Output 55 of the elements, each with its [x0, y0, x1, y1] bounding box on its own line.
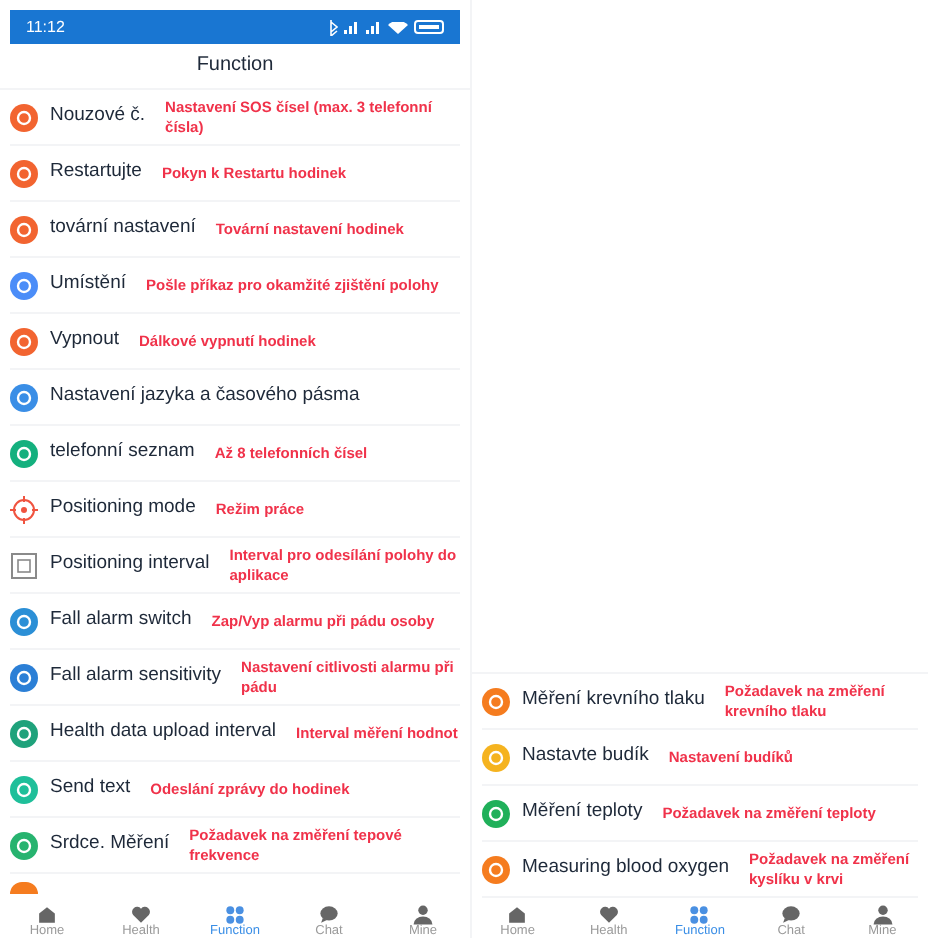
function-icon	[10, 882, 38, 894]
function-icon	[482, 687, 510, 715]
item-label: Fall alarm sensitivity	[50, 662, 222, 691]
wifi-icon	[388, 21, 408, 33]
function-icon	[10, 271, 38, 299]
function-icon	[10, 327, 38, 355]
item-label: Nouzové č.	[50, 102, 146, 131]
grid-icon	[224, 903, 246, 925]
item-label: Health data upload interval	[50, 718, 277, 747]
target-icon	[10, 495, 38, 523]
item-label: Nastavení jazyka a časového pásma	[50, 382, 360, 411]
function-icon	[10, 103, 38, 131]
chat-icon	[780, 903, 803, 925]
item-label: Positioning mode	[50, 494, 196, 523]
home-icon	[36, 903, 58, 925]
function-icon	[482, 855, 510, 883]
battery-icon	[414, 20, 444, 34]
item-label: Měření krevního tlaku	[522, 686, 705, 715]
item-label: Fall alarm switch	[50, 606, 192, 635]
item-label: Srdce. Měření	[50, 830, 170, 859]
person-icon	[871, 903, 894, 925]
signal-icon	[344, 21, 360, 33]
item-label: Umístění	[50, 270, 127, 299]
grid-icon	[688, 903, 711, 925]
person-icon	[412, 903, 434, 925]
item-label: Měření teploty	[522, 798, 643, 827]
signal-icon	[366, 21, 382, 33]
interval-icon	[10, 551, 38, 579]
function-icon	[10, 607, 38, 635]
function-icon	[10, 719, 38, 747]
item-label: telefonní seznam	[50, 438, 195, 467]
item-label: Measuring blood oxygen	[522, 854, 730, 883]
heart-icon	[597, 903, 620, 925]
function-icon	[10, 159, 38, 187]
item-label: Send text	[50, 774, 131, 803]
heart-icon	[130, 903, 152, 925]
function-icon	[482, 799, 510, 827]
function-icon	[10, 215, 38, 243]
function-icon	[482, 743, 510, 771]
bluetooth-icon	[330, 19, 338, 35]
item-label: Positioning interval	[50, 550, 210, 579]
status-time: 11:12	[26, 15, 65, 39]
item-label: Nastavte budík	[522, 742, 649, 771]
function-item[interactable]: Nastavení jazyka a časového pásma	[10, 370, 460, 426]
function-icon	[10, 383, 38, 411]
function-icon	[10, 831, 38, 859]
function-icon	[10, 663, 38, 691]
home-icon	[506, 903, 529, 925]
item-label: tovární nastavení	[50, 214, 196, 243]
item-label: Restartujte	[50, 158, 142, 187]
function-icon	[10, 775, 38, 803]
item-label: Vypnout	[50, 326, 120, 355]
function-icon	[10, 439, 38, 467]
chat-icon	[318, 903, 340, 925]
screen-title: Function	[194, 52, 276, 80]
